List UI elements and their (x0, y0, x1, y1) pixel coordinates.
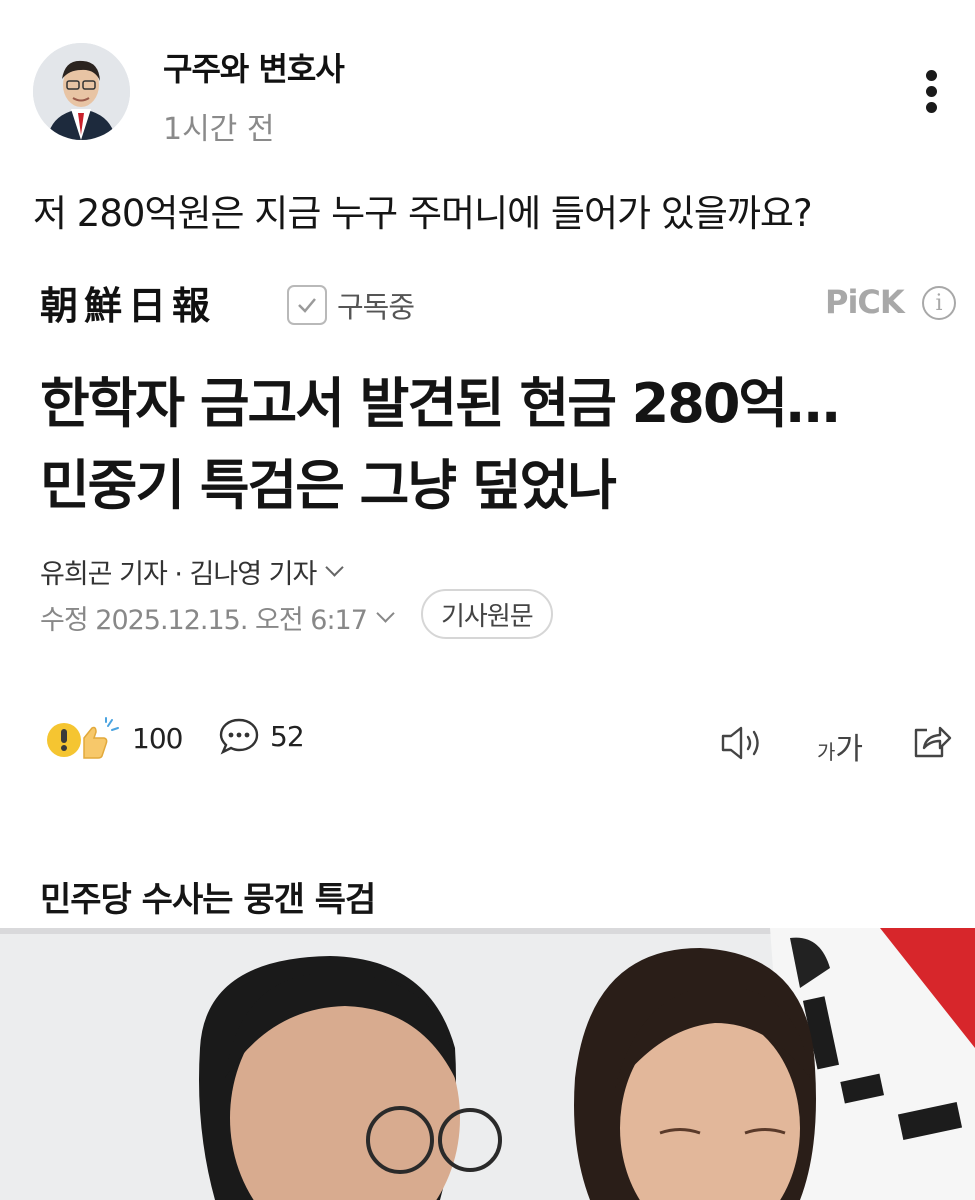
reaction-count: 100 (132, 721, 183, 755)
datetime-text: 수정 2025.12.15. 오전 6:17 (40, 605, 368, 636)
more-vertical-icon[interactable] (918, 70, 944, 114)
original-article-button[interactable]: 기사원문 (421, 589, 553, 639)
comment-button[interactable]: 52 (218, 716, 305, 756)
subscribe-label: 구독중 (337, 290, 415, 324)
font-size-icon[interactable]: 가가 (817, 724, 863, 768)
article-datetime[interactable]: 수정 2025.12.15. 오전 6:17 (40, 598, 395, 637)
avatar-image (33, 43, 130, 140)
check-icon (287, 285, 327, 325)
author-name[interactable]: 구주와 변호사 (163, 44, 345, 90)
article-headline: 한학자 금고서 발견된 현금 280억… 민중기 특검은 그냥 덮었나 (40, 363, 960, 527)
article-photo[interactable] (0, 928, 975, 1200)
svg-text:朝鮮日報: 朝鮮日報 (40, 283, 216, 328)
chosun-logo-image: 朝鮮日報 (40, 283, 216, 328)
reporters-text: 유희곤 기자 · 김나영 기자 (40, 559, 317, 590)
post-text: 저 280억원은 지금 누구 주머니에 들어가 있을까요? (33, 192, 813, 235)
speaker-icon[interactable] (719, 723, 767, 767)
headline-line-2: 민중기 특검은 그냥 덮었나 (40, 454, 617, 517)
author-avatar[interactable] (33, 43, 130, 140)
chevron-down-icon (325, 558, 345, 577)
reporters[interactable]: 유희곤 기자 · 김나영 기자 (40, 552, 345, 591)
section-title: 민주당 수사는 뭉갠 특검 (40, 880, 376, 920)
press-logo[interactable]: 朝鮮日報 (40, 283, 270, 333)
article-photo-image (0, 928, 975, 1200)
info-icon[interactable]: i (922, 286, 956, 320)
post-time: 1시간 전 (163, 112, 275, 147)
comment-icon (219, 718, 259, 755)
share-icon[interactable] (910, 720, 952, 766)
pick-label: PiCK (825, 283, 905, 321)
comment-count: 52 (270, 719, 305, 753)
reaction-button[interactable]: 100 (44, 716, 183, 760)
subscribe-badge[interactable]: 구독중 (287, 283, 415, 327)
font-size-small: 가 (817, 740, 836, 764)
font-size-large: 가 (835, 732, 864, 767)
reaction-emoji-icon (47, 717, 119, 759)
chevron-down-icon (376, 604, 395, 623)
headline-line-1: 한학자 금고서 발견된 현금 280억… (40, 372, 840, 435)
